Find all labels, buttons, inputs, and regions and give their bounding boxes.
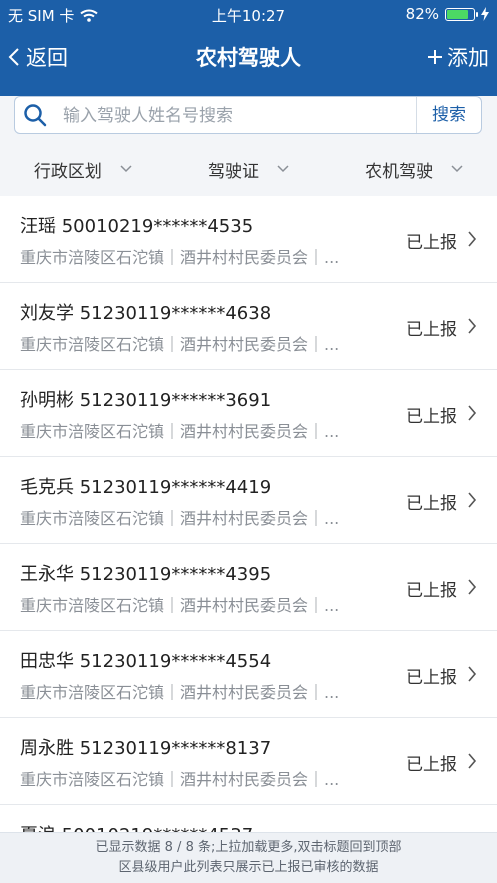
report-status: 已上报 xyxy=(406,668,457,688)
chevron-right-icon xyxy=(468,318,477,334)
list-item[interactable]: 毛克兵 51230119******4419 重庆市涪陵区石沱镇｜酒井村村民委员… xyxy=(0,457,497,544)
chevron-right-icon xyxy=(468,753,477,769)
filter-label: 行政区划 xyxy=(33,161,102,182)
nav-bar: 返回 农村驾驶人 添加 xyxy=(0,28,497,96)
driver-name-id: 夏浪 50010219******4537 xyxy=(20,821,253,832)
list-item[interactable]: 夏浪 50010219******4537 xyxy=(0,805,497,832)
filter-region[interactable]: 行政区划 xyxy=(0,142,166,196)
chevron-right-icon xyxy=(468,666,477,682)
add-label: 添加 xyxy=(447,46,489,70)
chevron-down-icon xyxy=(451,165,463,173)
chevron-right-icon xyxy=(468,405,477,421)
chevron-right-icon xyxy=(468,231,477,247)
chevron-down-icon xyxy=(277,165,289,173)
filter-bar: 行政区划 驾驶证 农机驾驶 xyxy=(0,142,497,197)
status-bar: 无 SIM 卡 上午10:27 82% xyxy=(0,0,497,28)
list-footer: 已显示数据 8 / 8 条;上拉加载更多,双击标题回到顶部 区县级用户此列表只展… xyxy=(0,832,497,883)
back-label: 返回 xyxy=(26,46,68,70)
page-title[interactable]: 农村驾驶人 xyxy=(0,42,497,72)
driver-address: 重庆市涪陵区石沱镇｜酒井村村民委员会｜... xyxy=(20,422,340,441)
add-button[interactable]: 添加 xyxy=(427,42,489,72)
driver-name-id: 孙明彬 51230119******3691 xyxy=(20,390,272,411)
chevron-left-icon xyxy=(8,48,19,66)
footer-count-hint: 已显示数据 8 / 8 条;上拉加载更多,双击标题回到顶部 xyxy=(95,840,402,855)
report-status: 已上报 xyxy=(406,320,457,340)
filter-label: 农机驾驶 xyxy=(365,161,434,182)
search-box: 搜索 xyxy=(14,96,482,134)
driver-address: 重庆市涪陵区石沱镇｜酒井村村民委员会｜... xyxy=(20,335,340,354)
battery-icon xyxy=(445,7,478,21)
search-icon xyxy=(24,104,47,127)
report-status: 已上报 xyxy=(406,407,457,427)
chevron-down-icon xyxy=(120,165,132,173)
list-item[interactable]: 田忠华 51230119******4554 重庆市涪陵区石沱镇｜酒井村村民委员… xyxy=(0,631,497,718)
charging-icon xyxy=(481,7,489,21)
driver-name-id: 周永胜 51230119******8137 xyxy=(20,738,272,759)
search-button[interactable]: 搜索 xyxy=(416,97,481,133)
driver-name-id: 王永华 51230119******4395 xyxy=(20,564,272,585)
back-button[interactable]: 返回 xyxy=(8,42,68,72)
battery-percent: 82% xyxy=(405,5,439,23)
chevron-right-icon xyxy=(468,579,477,595)
plus-icon xyxy=(428,50,442,64)
driver-address: 重庆市涪陵区石沱镇｜酒井村村民委员会｜... xyxy=(20,248,340,267)
driver-address: 重庆市涪陵区石沱镇｜酒井村村民委员会｜... xyxy=(20,509,340,528)
driver-list: 汪瑶 50010219******4535 重庆市涪陵区石沱镇｜酒井村村民委员会… xyxy=(0,196,497,832)
filter-license[interactable]: 驾驶证 xyxy=(166,142,332,196)
driver-address: 重庆市涪陵区石沱镇｜酒井村村民委员会｜... xyxy=(20,596,340,615)
search-input[interactable] xyxy=(61,99,415,133)
driver-name-id: 汪瑶 50010219******4535 xyxy=(20,216,254,237)
driver-name-id: 田忠华 51230119******4554 xyxy=(20,651,272,672)
report-status: 已上报 xyxy=(406,494,457,514)
driver-address: 重庆市涪陵区石沱镇｜酒井村村民委员会｜... xyxy=(20,770,340,789)
filter-label: 驾驶证 xyxy=(208,161,259,182)
list-item[interactable]: 孙明彬 51230119******3691 重庆市涪陵区石沱镇｜酒井村村民委员… xyxy=(0,370,497,457)
driver-name-id: 毛克兵 51230119******4419 xyxy=(20,477,272,498)
report-status: 已上报 xyxy=(406,581,457,601)
list-item[interactable]: 刘友学 51230119******4638 重庆市涪陵区石沱镇｜酒井村村民委员… xyxy=(0,283,497,370)
list-item[interactable]: 周永胜 51230119******8137 重庆市涪陵区石沱镇｜酒井村村民委员… xyxy=(0,718,497,805)
driver-name-id: 刘友学 51230119******4638 xyxy=(20,303,272,324)
list-item[interactable]: 王永华 51230119******4395 重庆市涪陵区石沱镇｜酒井村村民委员… xyxy=(0,544,497,631)
report-status: 已上报 xyxy=(406,233,457,253)
search-bar: 搜索 xyxy=(0,96,497,142)
top-bar: 无 SIM 卡 上午10:27 82% 返回 农村驾驶人 添加 xyxy=(0,0,497,96)
report-status: 已上报 xyxy=(406,755,457,775)
chevron-right-icon xyxy=(468,492,477,508)
filter-farm-machinery[interactable]: 农机驾驶 xyxy=(331,142,497,196)
driver-address: 重庆市涪陵区石沱镇｜酒井村村民委员会｜... xyxy=(20,683,340,702)
footer-scope-note: 区县级用户此列表只展示已上报已审核的数据 xyxy=(118,860,379,875)
list-item[interactable]: 汪瑶 50010219******4535 重庆市涪陵区石沱镇｜酒井村村民委员会… xyxy=(0,196,497,283)
